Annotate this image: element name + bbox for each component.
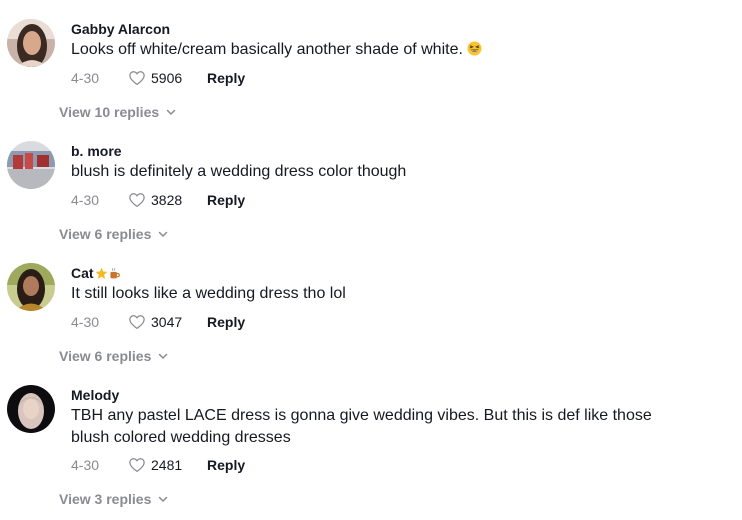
- comment-text: It still looks like a wedding dress tho …: [71, 283, 711, 305]
- comment-text-body: Looks off white/cream basically another …: [71, 41, 463, 58]
- comment-meta: 4-30 3828 Reply: [71, 190, 245, 210]
- username[interactable]: Melody: [71, 387, 119, 403]
- username[interactable]: Cat: [71, 265, 121, 281]
- heart-icon[interactable]: [128, 456, 146, 474]
- like-button[interactable]: 3828: [128, 191, 203, 209]
- reply-button[interactable]: Reply: [207, 192, 245, 208]
- view-replies-label[interactable]: View 6 replies: [59, 226, 151, 242]
- view-replies-button[interactable]: View 6 replies: [59, 348, 169, 364]
- comment-text-body: It still looks like a wedding dress tho …: [71, 285, 346, 302]
- heart-icon[interactable]: [128, 69, 146, 87]
- view-replies-button[interactable]: View 6 replies: [59, 226, 169, 242]
- like-count: 3047: [151, 314, 183, 330]
- comment-date: 4-30: [71, 70, 100, 86]
- comment-text: TBH any pastel LACE dress is gonna give …: [71, 405, 711, 449]
- like-button[interactable]: 3047: [128, 313, 203, 331]
- like-count: 2481: [151, 457, 183, 473]
- like-button[interactable]: 5906: [128, 69, 203, 87]
- view-replies-button[interactable]: View 10 replies: [59, 104, 177, 120]
- comment-text: blush is definitely a wedding dress colo…: [71, 161, 711, 183]
- username[interactable]: Gabby Alarcon: [71, 21, 170, 37]
- like-button[interactable]: 2481: [128, 456, 203, 474]
- username-text[interactable]: Gabby Alarcon: [71, 21, 170, 37]
- star-emoji-icon: [95, 267, 107, 279]
- avatar[interactable]: [7, 385, 55, 433]
- view-replies-button[interactable]: View 3 replies: [59, 491, 169, 507]
- reply-button[interactable]: Reply: [207, 70, 245, 86]
- comment-date: 4-30: [71, 314, 100, 330]
- like-count: 5906: [151, 70, 183, 86]
- view-replies-label[interactable]: View 3 replies: [59, 491, 151, 507]
- view-replies-label[interactable]: View 6 replies: [59, 348, 151, 364]
- chevron-down-icon: [159, 231, 168, 237]
- username-text[interactable]: Cat: [71, 265, 94, 281]
- avatar[interactable]: [7, 263, 55, 311]
- avatar[interactable]: [7, 19, 55, 67]
- comment-date: 4-30: [71, 192, 100, 208]
- comment-text: Looks off white/cream basically another …: [71, 39, 711, 61]
- grinning-squinting-face-icon: [467, 41, 482, 56]
- heart-icon[interactable]: [128, 191, 146, 209]
- comment-text-body: blush is definitely a wedding dress colo…: [71, 163, 407, 180]
- comment-meta: 4-30 2481 Reply: [71, 455, 245, 475]
- like-count: 3828: [151, 192, 183, 208]
- comment-meta: 4-30 3047 Reply: [71, 312, 245, 332]
- avatar[interactable]: [7, 141, 55, 189]
- username[interactable]: b. more: [71, 143, 122, 159]
- chevron-down-icon: [159, 496, 168, 502]
- username-text[interactable]: b. more: [71, 143, 122, 159]
- comment-date: 4-30: [71, 457, 100, 473]
- chevron-down-icon: [159, 353, 168, 359]
- reply-button[interactable]: Reply: [207, 457, 245, 473]
- comment-meta: 4-30 5906 Reply: [71, 68, 245, 88]
- heart-icon[interactable]: [128, 313, 146, 331]
- coffee-emoji-icon: [110, 267, 120, 278]
- comment-text-line: blush colored wedding dresses: [71, 429, 291, 446]
- username-text[interactable]: Melody: [71, 387, 119, 403]
- reply-button[interactable]: Reply: [207, 314, 245, 330]
- username-emojis: [95, 267, 121, 280]
- comment-text-line: TBH any pastel LACE dress is gonna give …: [71, 407, 652, 424]
- view-replies-label[interactable]: View 10 replies: [59, 104, 159, 120]
- chevron-down-icon: [166, 109, 176, 115]
